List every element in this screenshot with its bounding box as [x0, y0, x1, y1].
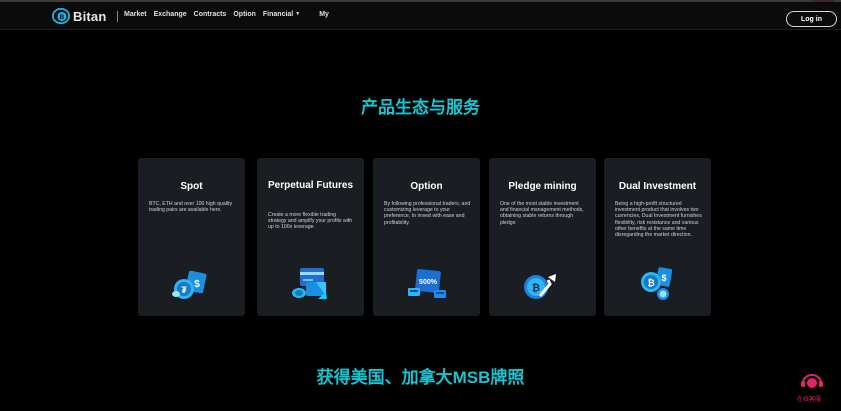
nav-market[interactable]: Market — [124, 11, 147, 18]
option-500-icon: 500% — [408, 269, 446, 298]
card-coin-icon — [292, 268, 327, 299]
svg-text:₿: ₿ — [532, 282, 540, 294]
card-description: BTC, ETH and over 100 high quality tradi… — [149, 201, 233, 214]
customer-service-label[interactable]: 在线客服 — [797, 394, 821, 403]
product-card-spot[interactable]: Spot BTC, ETH and over 100 high quality … — [138, 158, 245, 316]
brand-name: Bitan — [73, 8, 107, 24]
card-title: Pledge mining — [508, 181, 577, 192]
svg-text:$: $ — [194, 279, 200, 290]
license-heading: 获得美国、加拿大MSB牌照 — [316, 368, 525, 387]
card-description: Create a more flexible trading strategy … — [268, 212, 353, 231]
pledge-arrow-icon: ₿ — [524, 274, 556, 299]
product-card-perpetual-futures[interactable]: Perpetual Futures Create a more flexible… — [257, 158, 364, 316]
nav-contracts[interactable]: Contracts — [194, 11, 227, 18]
svg-text:$: $ — [661, 273, 666, 283]
card-title: Perpetual Futures — [267, 180, 354, 191]
products-heading: 产品生态与服务 — [361, 98, 480, 117]
nav-financial: Financial — [262, 11, 294, 18]
logo[interactable]: B Bitan — [52, 7, 107, 25]
login-button[interactable]: Log in — [786, 11, 837, 27]
nav-financial-wrap[interactable]: Financial ▼ — [263, 11, 300, 18]
customer-service-icon[interactable] — [800, 372, 824, 390]
card-title: Dual Investment — [618, 181, 697, 192]
product-card-option[interactable]: Option By following professional traders… — [373, 158, 480, 316]
nav-separator — [117, 11, 118, 22]
svg-text:₿: ₿ — [647, 278, 654, 288]
bitan-logo-icon: B — [52, 7, 70, 25]
svg-text:B: B — [60, 14, 65, 21]
card-description: By following professional traders, and c… — [384, 201, 471, 226]
nav-option[interactable]: Option — [233, 11, 256, 18]
nav-exchange[interactable]: Exchange — [154, 11, 187, 18]
svg-text:500%: 500% — [419, 279, 438, 286]
card-title: Spot — [180, 181, 203, 192]
nav-my[interactable]: My — [319, 11, 329, 18]
main-nav: Market Exchange Contracts Option Financi… — [124, 11, 336, 18]
chevron-down-icon: ▼ — [295, 11, 301, 17]
card-title: Option — [410, 181, 443, 192]
coins-dollar-icon: $ ₮ — [172, 270, 207, 299]
card-description: One of the most stable investment and fi… — [500, 201, 584, 226]
svg-text:₮: ₮ — [181, 285, 187, 295]
product-card-pledge-mining[interactable]: Pledge mining One of the most stable inv… — [489, 158, 596, 316]
card-description: Being a high-profit structured investmen… — [615, 201, 702, 239]
dual-coins-icon: $ ₿ — [641, 267, 673, 300]
navbar: B Bitan Market Exchange Contracts Option… — [0, 2, 841, 30]
product-card-dual-investment[interactable]: Dual Investment Being a high-profit stru… — [604, 158, 711, 316]
